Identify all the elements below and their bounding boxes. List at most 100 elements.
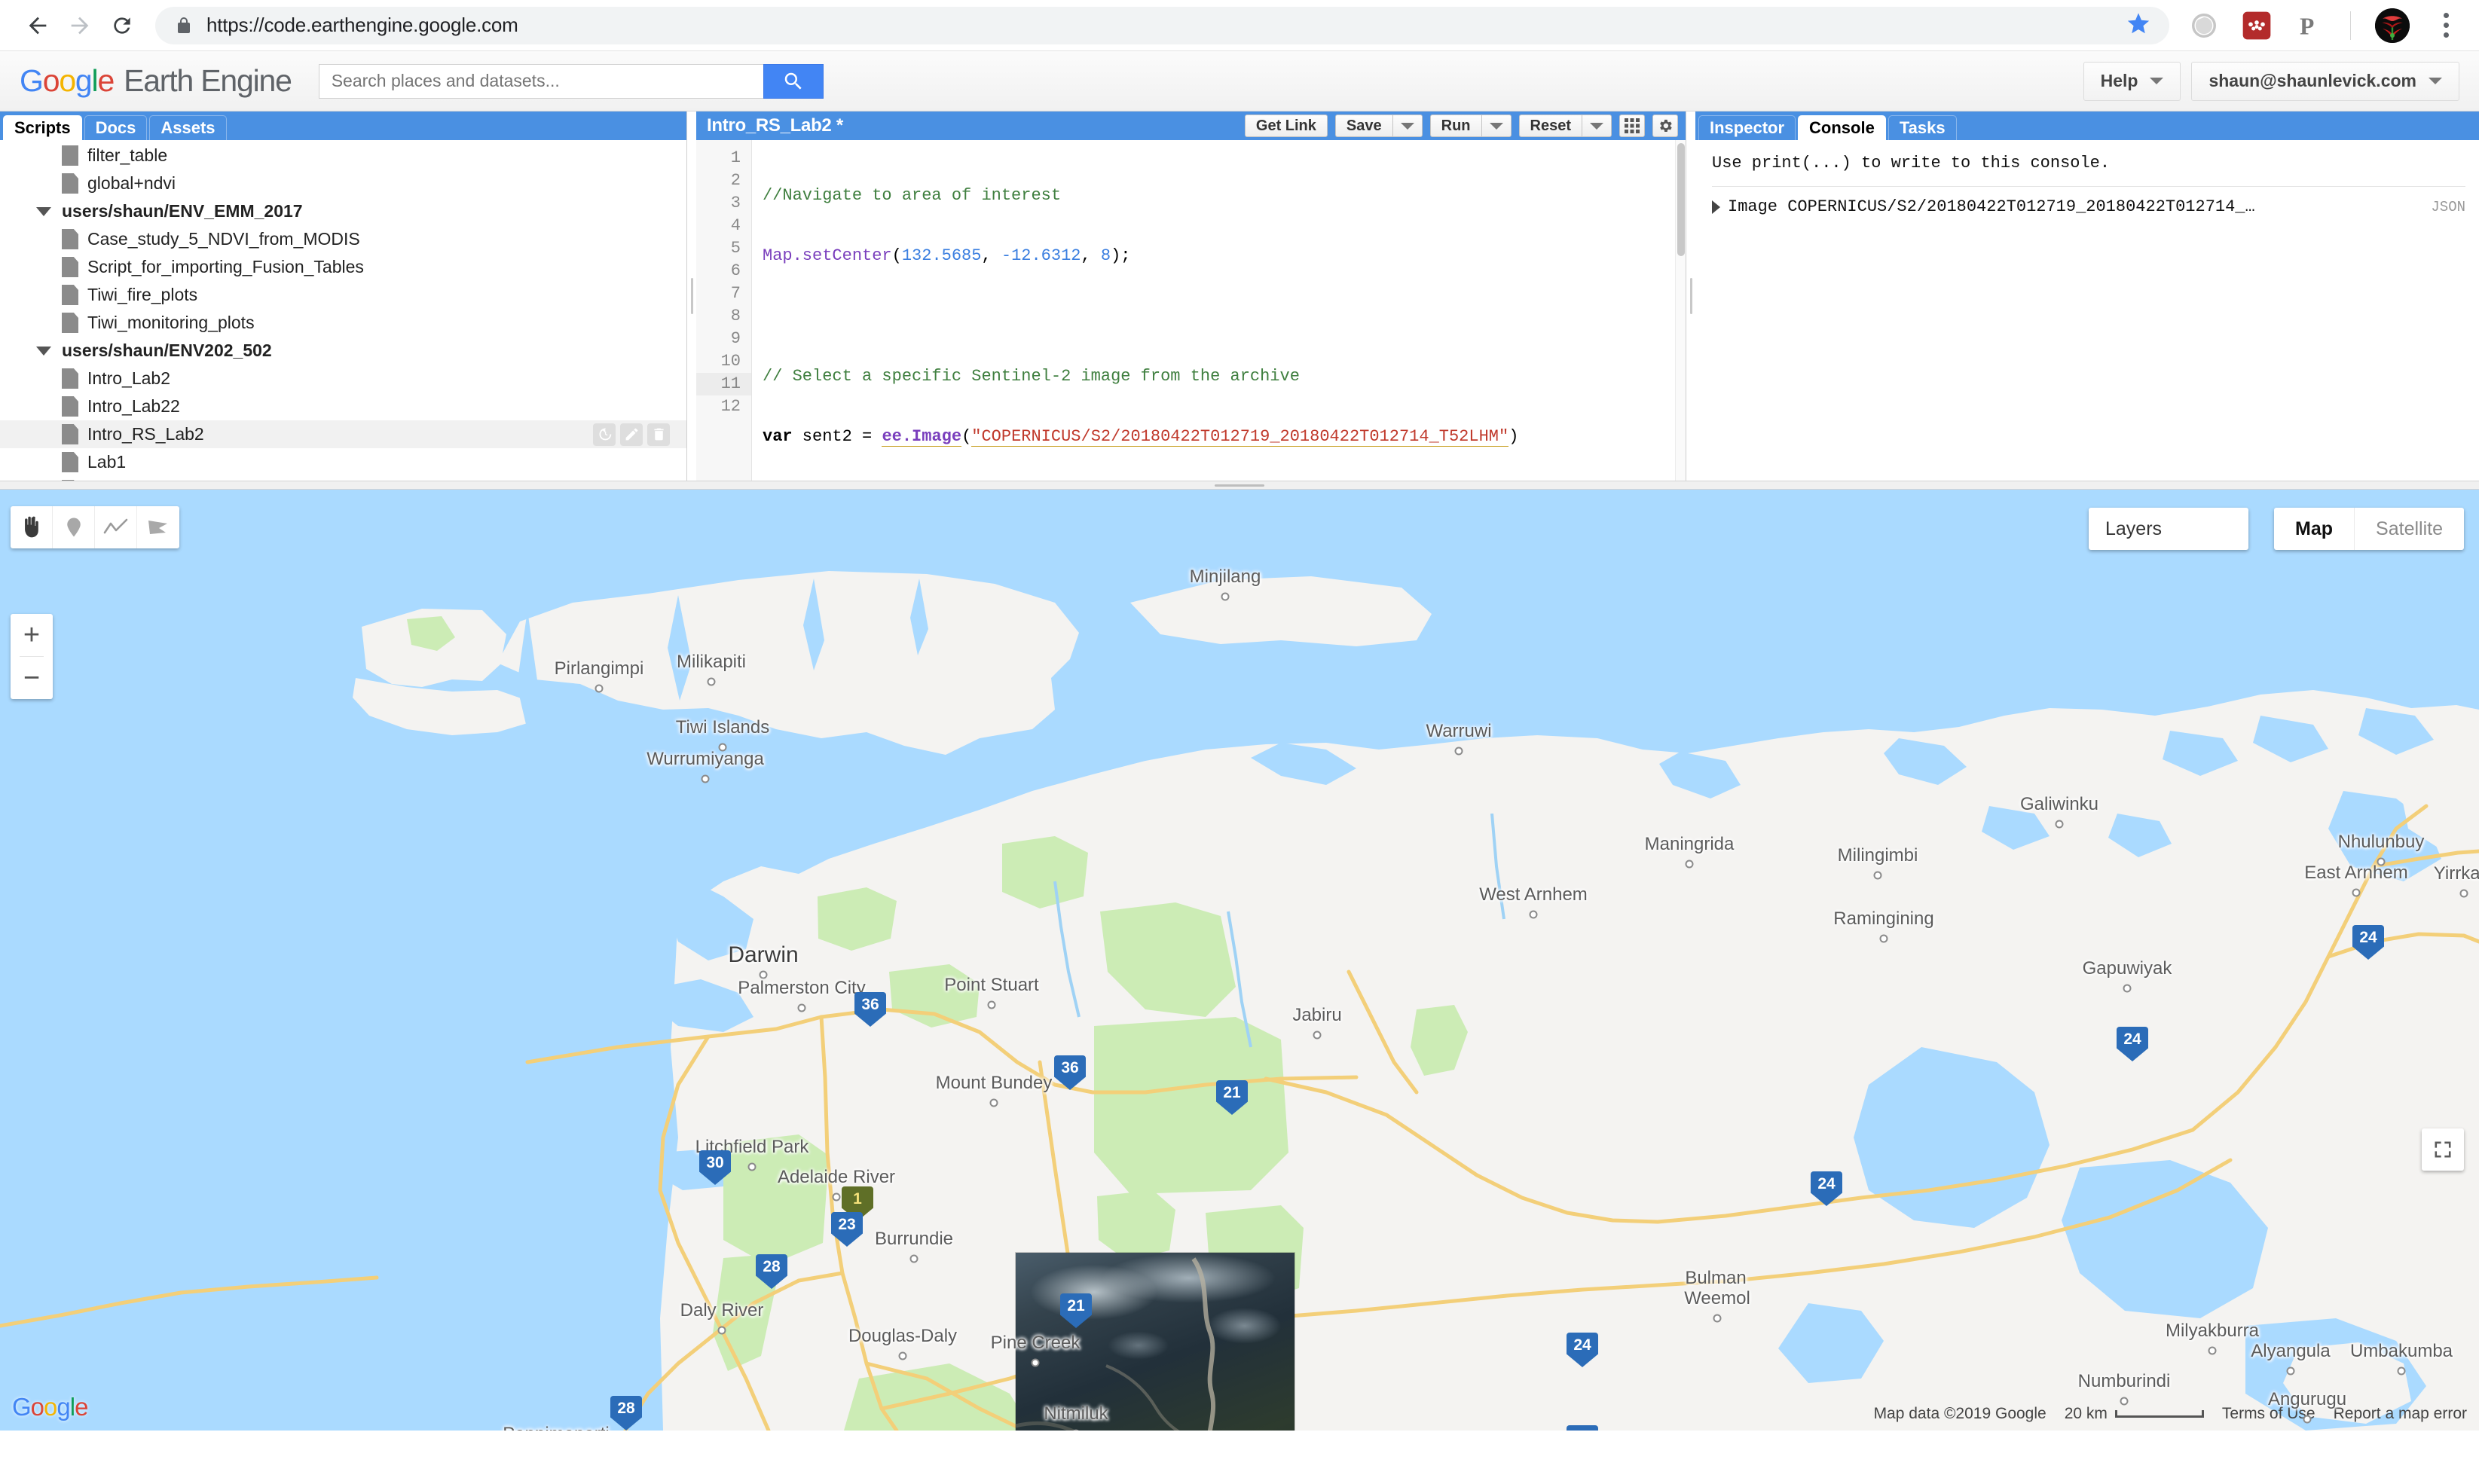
map-type-map[interactable]: Map bbox=[2274, 508, 2355, 550]
tab-console[interactable]: Console bbox=[1798, 115, 1886, 140]
list-item[interactable]: Script_for_importing_Fusion_Tables bbox=[0, 253, 686, 281]
map-place-dot bbox=[747, 1162, 757, 1171]
mendeley-extension-icon[interactable] bbox=[2240, 9, 2273, 42]
list-item[interactable]: Intro_Lab2 bbox=[0, 365, 686, 392]
tree-folder-env202-502[interactable]: users/shaun/ENV202_502 bbox=[0, 337, 686, 365]
grammarly-extension-icon[interactable] bbox=[2187, 9, 2221, 42]
divider bbox=[1712, 186, 2465, 187]
fullscreen-icon[interactable] bbox=[2422, 1128, 2464, 1171]
panel-splitter-left[interactable] bbox=[687, 111, 696, 481]
code-scrollbar[interactable] bbox=[1675, 140, 1686, 481]
save-button[interactable]: Save bbox=[1334, 115, 1392, 137]
account-button[interactable]: shaun@shaunlevick.com bbox=[2191, 61, 2459, 101]
script-file-icon bbox=[62, 257, 78, 277]
list-item[interactable]: filter_table bbox=[0, 142, 686, 169]
script-file-icon bbox=[62, 368, 78, 389]
line-number: 10 bbox=[720, 352, 741, 371]
logo-letter-g2: g bbox=[75, 63, 93, 98]
map-place-dot bbox=[759, 970, 768, 979]
tree-folder-label: users/shaun/ENV_EMM_2017 bbox=[62, 201, 303, 221]
map-place-dot bbox=[1313, 1031, 1322, 1040]
report-map-error-link[interactable]: Report a map error bbox=[2334, 1405, 2467, 1423]
polygon-icon[interactable] bbox=[137, 506, 179, 548]
help-button[interactable]: Help bbox=[2083, 61, 2181, 101]
panel-splitter-right[interactable] bbox=[1686, 111, 1695, 481]
logo-letter-l: l bbox=[91, 63, 99, 98]
zoom-controls: + − bbox=[11, 614, 53, 699]
map-canvas[interactable]: .land{fill:#f4f3f1} .park{fill:#ccecb5} … bbox=[0, 490, 2479, 1431]
editor-actions: Get Link Save Run Reset bbox=[1244, 115, 1678, 137]
run-dropdown-icon[interactable] bbox=[1481, 115, 1512, 137]
list-item-selected[interactable]: Intro_RS_Lab2 bbox=[0, 420, 686, 448]
row-actions bbox=[593, 423, 670, 446]
grid-apps-icon[interactable] bbox=[1619, 115, 1645, 137]
zoom-in-button[interactable]: + bbox=[11, 614, 53, 656]
console-entry-row[interactable]: Image COPERNICUS/S2/20180422T012719_2018… bbox=[1712, 197, 2465, 216]
forward-arrow-icon[interactable] bbox=[59, 5, 101, 47]
terms-of-use-link[interactable]: Terms of Use bbox=[2222, 1405, 2315, 1423]
code-editor-toolbar: Intro_RS_Lab2 * Get Link Save Run Reset bbox=[696, 111, 1686, 140]
address-bar[interactable]: https://code.earthengine.google.com bbox=[155, 6, 2169, 44]
map-place-dot bbox=[707, 677, 716, 686]
search-input[interactable] bbox=[318, 63, 763, 99]
tab-assets[interactable]: Assets bbox=[149, 115, 227, 140]
list-item-label: Intro_Lab2 bbox=[87, 368, 170, 388]
list-item-label: global+ndvi bbox=[87, 173, 176, 193]
list-item-label: Lab1 bbox=[87, 452, 127, 472]
list-item[interactable]: Lab1 bbox=[0, 448, 686, 476]
kebab-menu-icon[interactable] bbox=[2429, 8, 2462, 44]
polyline-icon[interactable] bbox=[95, 506, 137, 548]
edit-pencil-icon[interactable] bbox=[620, 423, 643, 446]
line-number: 4 bbox=[730, 216, 741, 235]
map-place-dot bbox=[2120, 1397, 2129, 1406]
back-arrow-icon[interactable] bbox=[17, 5, 59, 47]
tab-scripts[interactable]: Scripts bbox=[3, 115, 82, 140]
list-item-label: Case_study_5_NDVI_from_MODIS bbox=[87, 229, 360, 249]
history-icon[interactable] bbox=[593, 423, 616, 446]
line-number: 6 bbox=[730, 261, 741, 280]
star-icon[interactable] bbox=[2126, 11, 2151, 40]
zoom-out-button[interactable]: − bbox=[11, 657, 53, 699]
code-content[interactable]: //Navigate to area of interest Map.setCe… bbox=[752, 140, 1686, 481]
search-icon[interactable] bbox=[763, 63, 824, 99]
map-type-satellite[interactable]: Satellite bbox=[2355, 508, 2464, 550]
logo-letter-o2: o bbox=[59, 63, 76, 98]
pocket-extension-icon[interactable]: P bbox=[2293, 9, 2326, 42]
code-area[interactable]: 1 2 3 4 5 6 7 8 9 10 11 12 //Navigate to… bbox=[696, 140, 1686, 481]
map-place-dot bbox=[2303, 1415, 2312, 1424]
map-place-dot bbox=[1713, 1314, 1722, 1323]
list-item[interactable]: Case_study_5_NDVI_from_MODIS bbox=[0, 225, 686, 253]
gear-icon[interactable] bbox=[1652, 115, 1678, 137]
list-item[interactable]: Tiwi_monitoring_plots bbox=[0, 309, 686, 337]
reset-button[interactable]: Reset bbox=[1518, 115, 1582, 137]
reset-dropdown-icon[interactable] bbox=[1582, 115, 1612, 137]
tab-tasks[interactable]: Tasks bbox=[1888, 115, 1957, 140]
code-line-1: //Navigate to area of interest bbox=[763, 186, 1062, 205]
save-dropdown-icon[interactable] bbox=[1392, 115, 1423, 137]
json-link[interactable]: JSON bbox=[2431, 199, 2465, 215]
map-place-dot bbox=[989, 1098, 998, 1107]
map-place-dot bbox=[2397, 1366, 2406, 1376]
list-item[interactable]: Tiwi_fire_plots bbox=[0, 281, 686, 309]
scale-label: 20 km bbox=[2064, 1405, 2108, 1422]
tree-folder-env-emm-2017[interactable]: users/shaun/ENV_EMM_2017 bbox=[0, 197, 686, 225]
map-place-dot bbox=[1221, 592, 1230, 601]
map-place-dot bbox=[1454, 747, 1463, 756]
script-file-icon bbox=[62, 480, 78, 481]
tab-inspector[interactable]: Inspector bbox=[1698, 115, 1796, 140]
list-item[interactable]: global+ndvi bbox=[0, 169, 686, 197]
disclosure-triangle-icon[interactable] bbox=[1712, 200, 1720, 214]
trash-icon[interactable] bbox=[647, 423, 670, 446]
reload-icon[interactable] bbox=[101, 5, 143, 47]
hand-pan-icon[interactable] bbox=[11, 506, 53, 548]
horizontal-splitter[interactable] bbox=[0, 481, 2479, 490]
profile-avatar-icon[interactable] bbox=[2375, 8, 2410, 43]
tab-docs[interactable]: Docs bbox=[84, 115, 148, 140]
list-item[interactable]: Intro_Lab22 bbox=[0, 392, 686, 420]
layers-button[interactable]: Layers bbox=[2089, 508, 2248, 550]
list-item-label: Tiwi_fire_plots bbox=[87, 285, 198, 304]
list-item[interactable]: Lab1_intro bbox=[0, 476, 686, 481]
get-link-button[interactable]: Get Link bbox=[1244, 115, 1328, 137]
marker-point-icon[interactable] bbox=[53, 506, 95, 548]
run-button[interactable]: Run bbox=[1429, 115, 1481, 137]
